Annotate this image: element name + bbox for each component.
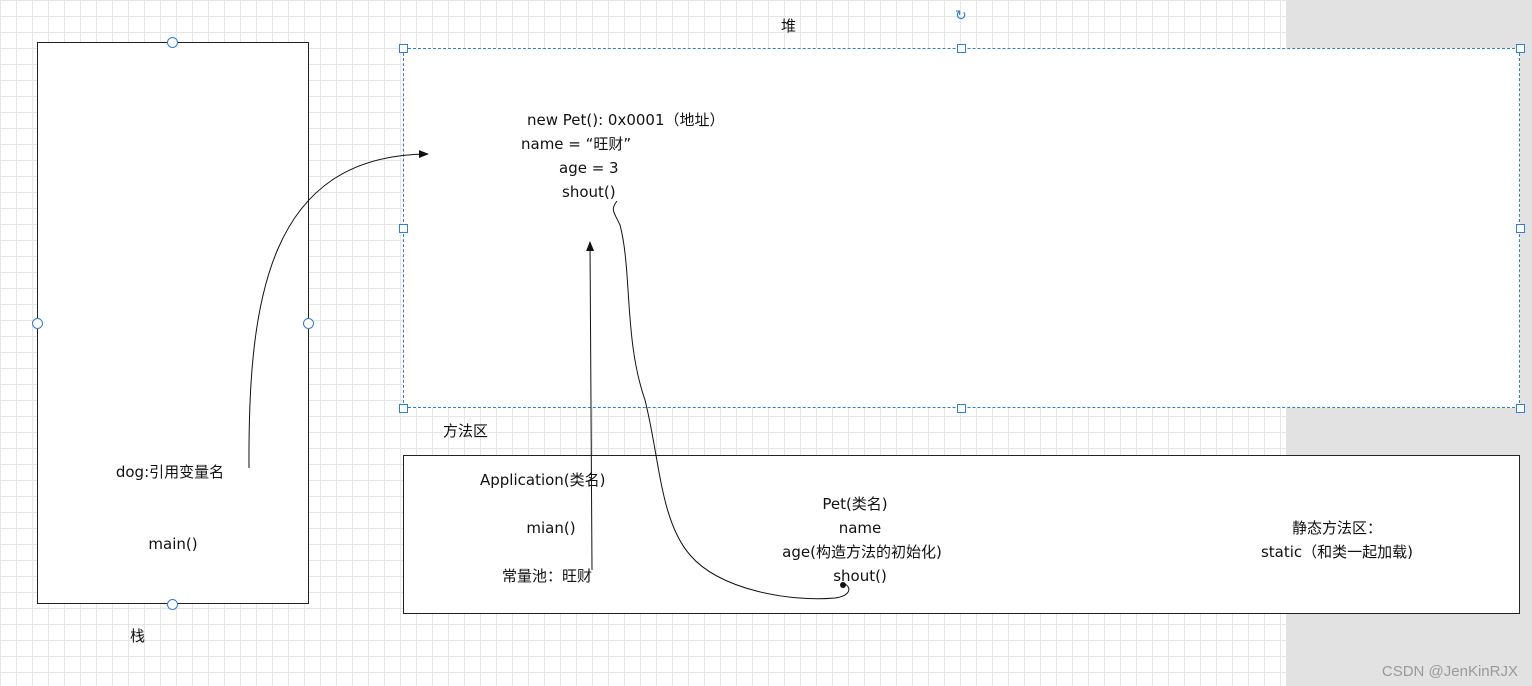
heap-resize-handle-se[interactable] — [1516, 404, 1525, 413]
stack-connector-right[interactable] — [303, 318, 314, 329]
heap-resize-handle-sw[interactable] — [399, 404, 408, 413]
rotate-icon[interactable]: ↻ — [955, 9, 967, 23]
shout-method-link[interactable] — [612, 200, 850, 600]
constant-pool-arrow[interactable] — [586, 241, 595, 571]
heap-resize-handle-ne[interactable] — [1516, 44, 1525, 53]
stack-connector-top[interactable] — [167, 37, 178, 48]
heap-resize-handle-nw[interactable] — [399, 44, 408, 53]
stack-connector-left[interactable] — [32, 318, 43, 329]
heap-resize-handle-n[interactable] — [957, 44, 966, 53]
watermark: CSDN @JenKinRJX — [1381, 663, 1518, 680]
heap-resize-handle-s[interactable] — [957, 404, 966, 413]
reference-arrow-dog-to-heap[interactable] — [248, 150, 429, 469]
heap-resize-handle-e[interactable] — [1516, 224, 1525, 233]
stack-connector-bottom[interactable] — [167, 599, 178, 610]
shout-link-endpoint — [840, 582, 846, 588]
heap-resize-handle-w[interactable] — [399, 224, 408, 233]
connector-layer — [248, 150, 850, 600]
